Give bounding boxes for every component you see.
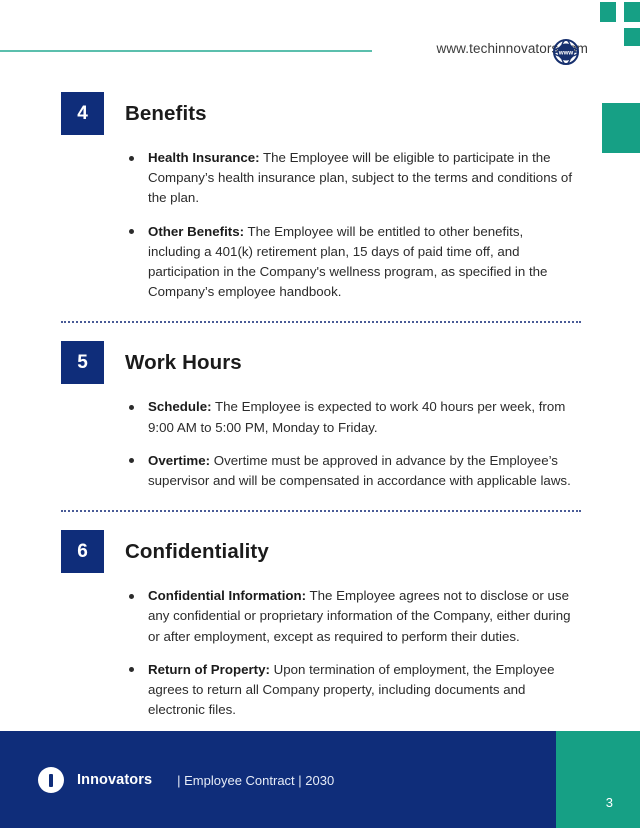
brand-name: Innovators [77, 772, 153, 788]
section-work-hours: 5 Work Hours Schedule: The Employee is e… [61, 341, 581, 491]
contract-body: 4 Benefits Health Insurance: The Employe… [61, 92, 581, 720]
section-header: 6 Confidentiality [61, 530, 581, 574]
document-page: www.techinnovators.com www 4 Benefits He… [0, 0, 640, 828]
globe-www-icon: www [553, 39, 579, 65]
innovators-circle-logo-icon [38, 767, 64, 793]
footer-brand-group: Innovators | Employee Contract | 2030 [38, 767, 334, 793]
svg-text:www: www [558, 49, 574, 56]
bullet-label: Other Benefits: [148, 223, 245, 239]
decorative-square-large [602, 103, 640, 153]
decorative-square-second-row [624, 28, 640, 46]
bullet-text: The Employee is expected to work 40 hour… [148, 399, 566, 435]
section-benefits: 4 Benefits Health Insurance: The Employe… [61, 92, 581, 302]
footer-meta: | Employee Contract | 2030 [177, 772, 335, 788]
section-header: 5 Work Hours [61, 341, 581, 385]
page-footer: Innovators | Employee Contract | 2030 3 [0, 731, 640, 828]
section-number-badge: 5 [61, 341, 104, 385]
bullet-label: Return of Property: [148, 661, 270, 677]
section-number-badge: 4 [61, 92, 104, 135]
section-bullet-list: Confidential Information: The Employee a… [61, 586, 581, 720]
decorative-square-top-right [624, 2, 640, 22]
list-item: Overtime: Overtime must be approved in a… [127, 451, 579, 491]
section-divider [61, 321, 581, 324]
section-title: Confidentiality [125, 539, 269, 563]
bullet-label: Confidential Information: [148, 588, 307, 604]
section-confidentiality: 6 Confidentiality Confidential Informati… [61, 530, 581, 720]
footer-green-block [556, 731, 640, 828]
list-item: Return of Property: Upon termination of … [127, 660, 579, 721]
bullet-text: Overtime must be approved in advance by … [148, 452, 571, 489]
section-header: 4 Benefits [61, 92, 581, 135]
section-title: Benefits [125, 101, 207, 125]
section-title: Work Hours [125, 350, 242, 374]
decorative-square-top-left [600, 2, 616, 22]
list-item: Confidential Information: The Employee a… [127, 586, 579, 647]
list-item: Schedule: The Employee is expected to wo… [127, 397, 579, 437]
list-item: Other Benefits: The Employee will be ent… [127, 222, 579, 303]
section-bullet-list: Schedule: The Employee is expected to wo… [61, 397, 581, 491]
section-number-badge: 6 [61, 530, 104, 574]
page-number: 3 [605, 795, 613, 810]
section-divider [61, 510, 581, 513]
header-rule [0, 50, 372, 52]
section-bullet-list: Health Insurance: The Employee will be e… [61, 148, 581, 302]
list-item: Health Insurance: The Employee will be e… [127, 148, 579, 209]
bullet-label: Overtime: [148, 452, 211, 468]
bullet-label: Health Insurance: [148, 150, 260, 165]
bullet-label: Schedule: [148, 399, 212, 415]
